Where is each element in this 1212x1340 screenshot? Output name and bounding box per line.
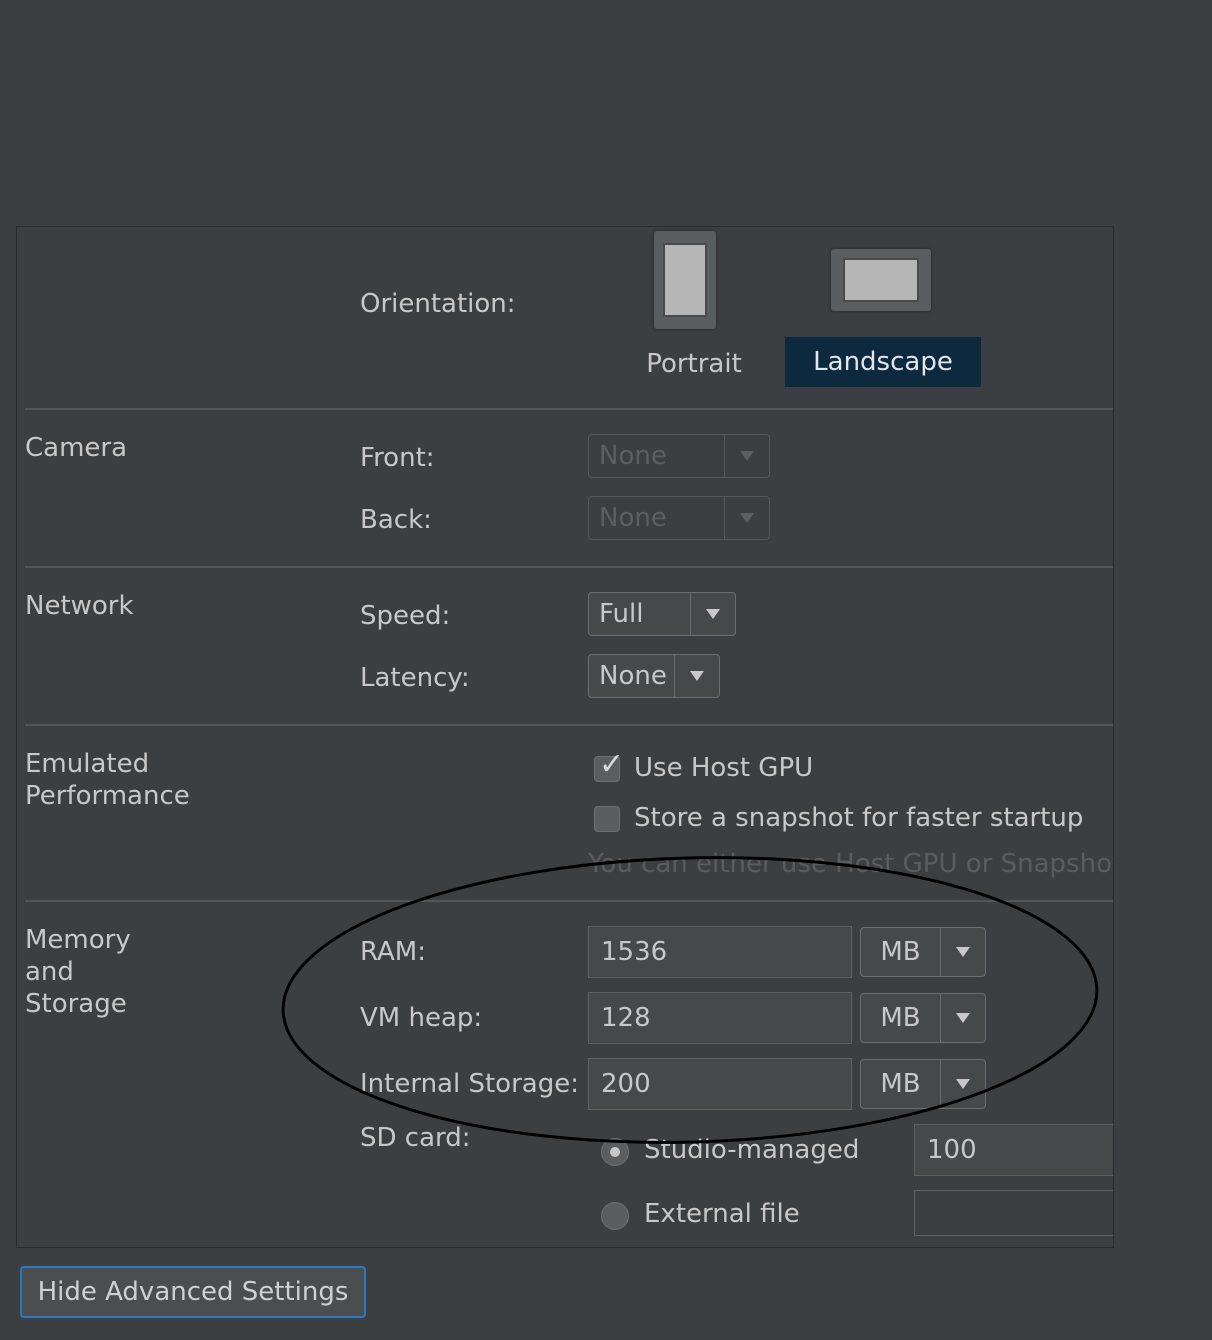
portrait-device-icon (654, 231, 716, 329)
external-file-radio[interactable] (601, 1202, 629, 1230)
network-speed-value: Full (599, 599, 644, 629)
chevron-down-icon (724, 435, 769, 477)
external-file-input[interactable] (914, 1190, 1113, 1236)
studio-managed-label: Studio-managed (644, 1135, 860, 1165)
internal-storage-unit-value: MB (880, 1069, 921, 1099)
vm-heap-input[interactable]: 128 (588, 992, 852, 1044)
ram-unit-value: MB (880, 937, 921, 967)
performance-section-title-line2: Performance (25, 781, 190, 811)
external-file-label: External file (644, 1199, 800, 1229)
landscape-label: Landscape (813, 347, 953, 377)
use-host-gpu-label: Use Host GPU (634, 753, 814, 783)
memory-section-title-line2: and (25, 957, 74, 987)
studio-managed-radio[interactable] (601, 1138, 629, 1166)
chevron-down-icon (724, 497, 769, 539)
camera-back-label: Back: (360, 505, 432, 535)
hide-advanced-settings-button[interactable]: Hide Advanced Settings (20, 1266, 366, 1318)
radio-selected-dot (610, 1147, 620, 1157)
network-speed-label: Speed: (360, 601, 451, 631)
section-divider (25, 724, 1113, 726)
internal-storage-label: Internal Storage: (360, 1069, 579, 1099)
network-latency-dropdown[interactable]: None (588, 654, 720, 698)
portrait-label: Portrait (646, 349, 742, 379)
camera-front-dropdown[interactable]: None (588, 434, 770, 478)
network-speed-dropdown[interactable]: Full (588, 592, 736, 636)
memory-section-title-line1: Memory (25, 925, 131, 955)
internal-storage-input[interactable]: 200 (588, 1058, 852, 1110)
sd-card-label: SD card: (360, 1123, 471, 1153)
gpu-snapshot-hint: You can either use Host GPU or Snapshots (588, 849, 1114, 879)
chevron-down-icon (940, 1060, 985, 1108)
orientation-label: Orientation: (360, 289, 516, 319)
ram-input[interactable]: 1536 (588, 926, 852, 978)
vm-heap-unit-dropdown[interactable]: MB (860, 993, 986, 1043)
vm-heap-unit-value: MB (880, 1003, 921, 1033)
camera-front-value: None (599, 441, 667, 471)
store-snapshot-checkbox[interactable] (594, 806, 620, 832)
section-divider (25, 408, 1113, 410)
network-latency-label: Latency: (360, 663, 470, 693)
chevron-down-icon (940, 994, 985, 1042)
camera-back-value: None (599, 503, 667, 533)
store-snapshot-label: Store a snapshot for faster startup (634, 803, 1084, 833)
landscape-device-icon (831, 249, 931, 311)
studio-managed-size-input[interactable]: 100 (914, 1124, 1113, 1176)
orientation-portrait-option[interactable]: Portrait (604, 227, 784, 387)
advanced-settings-panel: Orientation: Portrait Landscape Camera F… (16, 226, 1114, 1248)
network-section-title: Network (25, 591, 134, 621)
camera-back-dropdown[interactable]: None (588, 496, 770, 540)
chevron-down-icon (940, 928, 985, 976)
checkmark-icon: ✓ (599, 747, 625, 782)
camera-front-label: Front: (360, 443, 435, 473)
camera-section-title: Camera (25, 433, 128, 463)
orientation-landscape-option[interactable]: Landscape (785, 227, 981, 387)
internal-storage-unit-dropdown[interactable]: MB (860, 1059, 986, 1109)
ram-unit-dropdown[interactable]: MB (860, 927, 986, 977)
chevron-down-icon (674, 655, 719, 697)
ram-label: RAM: (360, 937, 426, 967)
section-divider (25, 566, 1113, 568)
vm-heap-label: VM heap: (360, 1003, 483, 1033)
section-divider (25, 900, 1113, 902)
performance-section-title-line1: Emulated (25, 749, 150, 779)
chevron-down-icon (690, 593, 735, 635)
network-latency-value: None (599, 661, 667, 691)
use-host-gpu-checkbox[interactable]: ✓ (594, 747, 624, 782)
memory-section-title-line3: Storage (25, 989, 127, 1019)
